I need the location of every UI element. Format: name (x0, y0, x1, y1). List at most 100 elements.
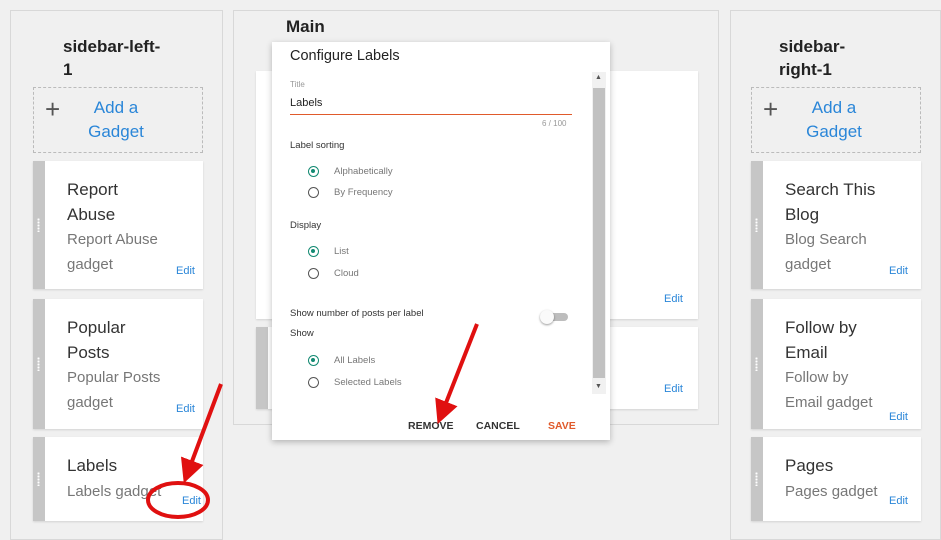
gadget-card-follow-by-email[interactable]: Follow by Email Follow by Email gadget Edi… (751, 299, 921, 429)
main-title: Main (286, 17, 325, 36)
title-input[interactable]: Labels (290, 97, 322, 109)
column-title-line: right-1 (779, 60, 832, 79)
gadget-card-popular-posts[interactable]: Popular Posts Popular Posts gadget Edit (33, 299, 203, 429)
save-button[interactable]: SAVE (548, 420, 576, 432)
gadget-subtitle-line: Email gadget (785, 394, 873, 411)
gadget-card-pages[interactable]: Pages Pages gadget Edit (751, 437, 921, 521)
plus-icon: + (45, 94, 61, 124)
radio-alphabetically[interactable] (308, 166, 319, 177)
radio-cloud[interactable] (308, 268, 319, 279)
gadget-title: Popular Posts (67, 315, 126, 365)
sidebar-left-column: sidebar-left- 1 + Add a Gadget Report Abu… (10, 10, 223, 540)
gadget-subtitle-line: gadget (785, 256, 831, 273)
column-title-line: sidebar- (779, 37, 846, 56)
drag-dots-icon (755, 218, 758, 232)
add-gadget-label: Add a Gadget (76, 96, 156, 144)
gadget-subtitle: Pages gadget (785, 483, 878, 500)
gadget-title-line: Blog (785, 205, 820, 224)
dialog-scrollbar[interactable]: ▲ ▼ (592, 72, 606, 394)
drag-handle[interactable] (751, 437, 763, 521)
column-title-line: 1 (63, 60, 73, 79)
remove-button[interactable]: REMOVE (408, 420, 454, 432)
edit-link[interactable]: Edit (889, 495, 908, 507)
column-title-line: sidebar-left- (63, 37, 161, 56)
show-count-toggle[interactable] (540, 310, 570, 324)
column-title: sidebar-left- 1 (63, 35, 160, 81)
gadget-subtitle: Blog Search gadget (785, 227, 867, 277)
gadget-title-line: Report (67, 180, 119, 199)
option-label: Cloud (334, 268, 359, 279)
gadget-title-line: Abuse (67, 205, 116, 224)
gadget-title-line: Popular (67, 318, 126, 337)
toggle-knob (540, 310, 554, 324)
char-counter: 6 / 100 (542, 119, 567, 128)
gadget-subtitle-line: gadget (67, 256, 113, 273)
gadget-subtitle: Report Abuse gadget (67, 227, 158, 277)
gadget-title-line: Posts (67, 343, 110, 362)
drag-handle[interactable] (33, 299, 45, 429)
edit-link[interactable]: Edit (664, 383, 683, 395)
gadget-subtitle: Follow by Email gadget (785, 365, 873, 415)
option-label: List (334, 246, 349, 257)
sidebar-right-column: sidebar- right-1 + Add a Gadget Search T… (730, 10, 941, 540)
gadget-title: Report Abuse (67, 177, 118, 227)
add-gadget-text: Gadget (806, 122, 862, 141)
gadget-subtitle: Labels gadget (67, 483, 162, 500)
radio-selected-labels[interactable] (308, 377, 319, 388)
cancel-button[interactable]: CANCEL (476, 420, 520, 432)
gadget-title-line: Search This (785, 180, 876, 199)
gadget-card-search-this-blog[interactable]: Search This Blog Blog Search gadget Edit (751, 161, 921, 289)
drag-handle[interactable] (751, 161, 763, 289)
display-heading: Display (290, 220, 322, 231)
gadget-title-line: Email (785, 343, 828, 362)
add-gadget-text: Add a (811, 98, 857, 117)
drag-dots-icon (755, 472, 758, 486)
drag-handle[interactable] (256, 327, 268, 409)
gadget-title: Labels (67, 456, 118, 475)
drag-dots-icon (37, 218, 40, 232)
option-label: Selected Labels (334, 377, 402, 388)
gadget-subtitle-line: gadget (67, 394, 113, 411)
drag-handle[interactable] (33, 437, 45, 521)
add-gadget-button[interactable]: + Add a Gadget (751, 87, 921, 153)
drag-dots-icon (755, 357, 758, 371)
edit-link[interactable]: Edit (176, 403, 195, 415)
drag-dots-icon (37, 472, 40, 486)
configure-labels-dialog: Configure Labels Title Labels 6 / 100 La… (272, 42, 610, 440)
drag-handle[interactable] (33, 161, 45, 289)
gadget-subtitle-line: Blog Search (785, 231, 867, 248)
radio-all-labels[interactable] (308, 355, 319, 366)
edit-link[interactable]: Edit (889, 411, 908, 423)
title-input-underline (290, 114, 572, 115)
gadget-card-report-abuse[interactable]: Report Abuse Report Abuse gadget Edit (33, 161, 203, 289)
edit-link[interactable]: Edit (176, 265, 195, 277)
edit-link[interactable]: Edit (664, 293, 683, 305)
gadget-subtitle: Popular Posts gadget (67, 365, 160, 415)
add-gadget-label: Add a Gadget (794, 96, 874, 144)
edit-link[interactable]: Edit (889, 265, 908, 277)
dialog-title: Configure Labels (290, 48, 400, 64)
gadget-subtitle-line: Follow by (785, 369, 849, 386)
option-label: By Frequency (334, 187, 393, 198)
drag-dots-icon (37, 357, 40, 371)
gadget-subtitle-line: Popular Posts (67, 369, 161, 386)
scroll-thumb[interactable] (593, 88, 605, 378)
add-gadget-button[interactable]: + Add a Gadget (33, 87, 203, 153)
scroll-up-arrow-icon[interactable]: ▲ (595, 74, 602, 81)
title-field-label: Title (290, 80, 305, 89)
scroll-down-arrow-icon[interactable]: ▼ (595, 383, 602, 390)
edit-link[interactable]: Edit (182, 495, 201, 507)
add-gadget-text: Add a (93, 98, 139, 117)
option-label: Alphabetically (334, 166, 393, 177)
gadget-title: Search This Blog (785, 177, 875, 227)
gadget-card-labels[interactable]: Labels Labels gadget Edit (33, 437, 203, 521)
radio-list[interactable] (308, 246, 319, 257)
drag-handle[interactable] (751, 299, 763, 429)
show-count-label: Show number of posts per label (290, 308, 424, 319)
show-heading: Show (290, 328, 314, 339)
gadget-subtitle-line: Report Abuse (67, 231, 158, 248)
option-label: All Labels (334, 355, 376, 366)
plus-icon: + (763, 94, 779, 124)
radio-by-frequency[interactable] (308, 187, 319, 198)
add-gadget-text: Gadget (88, 122, 144, 141)
